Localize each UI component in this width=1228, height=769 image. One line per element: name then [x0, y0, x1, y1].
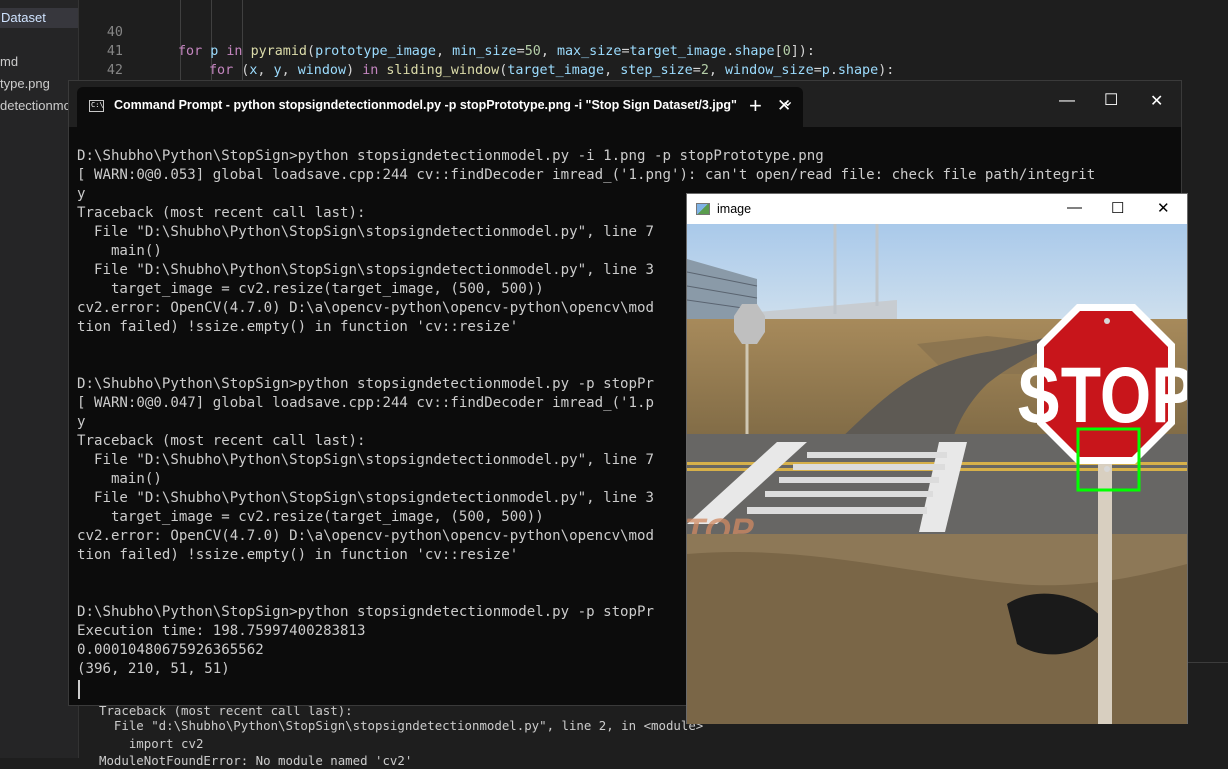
cmd-output-line: Traceback (most recent call last):	[77, 433, 366, 449]
image-window-titlebar[interactable]: image — ☐ ✕	[687, 194, 1187, 224]
text-cursor	[78, 680, 80, 699]
cmd-output-line: File "D:\Shubho\Python\StopSign\stopsign…	[77, 224, 654, 240]
new-tab-button[interactable]: +	[749, 93, 762, 119]
cmd-output-line: target_image = cv2.resize(target_image, …	[77, 509, 544, 525]
cmd-output-line: Execution time: 198.75997400283813	[77, 623, 366, 639]
cmd-output-line: D:\Shubho\Python\StopSign>python stopsig…	[77, 148, 824, 164]
cmd-output-line: tion failed) !ssize.empty() in function …	[77, 547, 519, 563]
terminal-line: File "d:\Shubho\Python\StopSign\stopsign…	[99, 718, 704, 733]
explorer-item-label: md	[0, 54, 19, 69]
cmd-output-line: tion failed) !ssize.empty() in function …	[77, 319, 519, 335]
code-line: 43 continue	[79, 61, 1228, 116]
cmd-output-line: File "D:\Shubho\Python\StopSign\stopsign…	[77, 262, 654, 278]
terminal-icon: C:\	[89, 100, 104, 112]
explorer-item-dataset[interactable]: Dataset	[0, 8, 78, 28]
tab-dropdown-icon[interactable]: ⌄	[781, 91, 794, 111]
cmd-output-line: D:\Shubho\Python\StopSign>python stopsig…	[77, 604, 654, 620]
maximize-button[interactable]: ☐	[1104, 90, 1118, 110]
cmd-titlebar[interactable]: C:\ Command Prompt - python stopsigndete…	[69, 81, 1181, 127]
explorer-item-label: type.png	[0, 76, 50, 91]
stop-sign-photo: STOP STOP	[687, 224, 1187, 724]
code-line: 40 for p in pyramid(prototype_image, min…	[79, 4, 1228, 59]
cmd-output-line: cv2.error: OpenCV(4.7.0) D:\a\opencv-pyt…	[77, 528, 654, 544]
cmd-output-line: [ WARN:0@0.047] global loadsave.cpp:244 …	[77, 395, 654, 411]
close-button[interactable]: ✕	[1157, 199, 1170, 217]
terminal-line: ModuleNotFoundError: No module named 'cv…	[99, 753, 413, 768]
maximize-button[interactable]: ☐	[1111, 199, 1124, 217]
code-editor[interactable]: 40 for p in pyramid(prototype_image, min…	[79, 0, 1228, 116]
minimize-button[interactable]: —	[1067, 199, 1082, 216]
image-icon	[696, 203, 710, 215]
minimize-button[interactable]: —	[1059, 92, 1075, 110]
image-window[interactable]: image — ☐ ✕ STOP STOP	[686, 193, 1188, 724]
cmd-output-line: cv2.error: OpenCV(4.7.0) D:\a\opencv-pyt…	[77, 300, 654, 316]
cmd-output-line: D:\Shubho\Python\StopSign>python stopsig…	[77, 376, 654, 392]
sign-post	[1098, 454, 1112, 724]
cmd-output-line: target_image = cv2.resize(target_image, …	[77, 281, 544, 297]
cmd-tab-title: Command Prompt - python stopsigndetectio…	[114, 98, 737, 112]
cmd-tab[interactable]: C:\ Command Prompt - python stopsigndete…	[77, 87, 803, 127]
explorer-item-md[interactable]: md	[0, 52, 18, 72]
cmd-output-line: File "D:\Shubho\Python\StopSign\stopsign…	[77, 452, 654, 468]
cmd-output-line: File "D:\Shubho\Python\StopSign\stopsign…	[77, 490, 654, 506]
cmd-output-line: 0.00010480675926365562	[77, 642, 264, 658]
cmd-output-line: (396, 210, 51, 51)	[77, 661, 230, 677]
explorer-item-label: Dataset	[1, 10, 46, 25]
explorer-item-png[interactable]: type.png	[0, 74, 50, 94]
cmd-output-line: y	[77, 186, 86, 202]
code-line: 42 if window.shape[0] != p.shape[0] or w…	[79, 42, 1228, 97]
cmd-output-line: [ WARN:0@0.053] global loadsave.cpp:244 …	[77, 167, 1096, 183]
close-button[interactable]: ✕	[1150, 91, 1163, 111]
cmd-output-line: y	[77, 414, 86, 430]
distant-sign	[734, 304, 765, 344]
cmd-output-line: Traceback (most recent call last):	[77, 205, 366, 221]
image-window-title: image	[717, 202, 752, 216]
terminal-line: import cv2	[99, 736, 204, 751]
cmd-output-line: main()	[77, 243, 162, 259]
cmd-output-line: main()	[77, 471, 162, 487]
stop-sign-text: STOP	[1017, 351, 1187, 439]
code-line: 41 for (x, y, window) in sliding_window(…	[79, 23, 1228, 78]
